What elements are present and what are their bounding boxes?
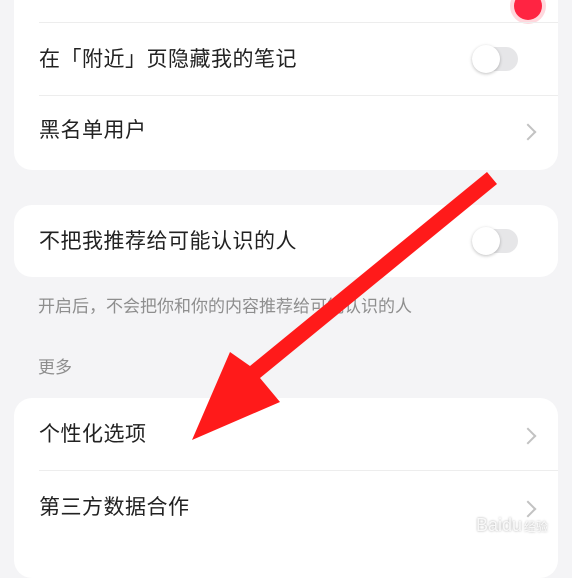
chevron-right-icon <box>519 427 537 445</box>
more-card: 个性化选项 第三方数据合作 <box>14 398 558 578</box>
blacklist-label: 黑名单用户 <box>39 118 147 142</box>
notification-badge-icon <box>514 0 542 20</box>
recommend-toggle[interactable] <box>472 227 518 255</box>
personalization-label: 个性化选项 <box>39 422 147 446</box>
hide-nearby-label: 在「附近」页隐藏我的笔记 <box>39 47 297 71</box>
personalization-row[interactable]: 个性化选项 <box>14 398 558 470</box>
recommend-label: 不把我推荐给可能认识的人 <box>39 229 297 253</box>
toggle-knob <box>472 227 500 255</box>
recommend-row[interactable]: 不把我推荐给可能认识的人 <box>14 205 558 277</box>
watermark: Baidu 经验 <box>476 515 548 536</box>
watermark-brand: Baidu <box>475 515 522 535</box>
hide-nearby-row[interactable]: 在「附近」页隐藏我的笔记 <box>14 23 558 95</box>
blacklist-row[interactable]: 黑名单用户 <box>14 96 558 168</box>
more-section-title: 更多 <box>38 358 72 378</box>
watermark-sub: 经验 <box>523 520 548 534</box>
chevron-right-icon <box>519 123 537 141</box>
recommend-card: 不把我推荐给可能认识的人 <box>14 205 558 277</box>
recommend-hint: 开启后，不会把你和你的内容推荐给可能认识的人 <box>38 297 412 317</box>
hide-nearby-toggle[interactable] <box>472 45 518 73</box>
third-party-label: 第三方数据合作 <box>39 495 190 519</box>
toggle-knob <box>472 45 500 73</box>
privacy-card: 在「附近」页隐藏我的笔记 黑名单用户 <box>14 0 558 170</box>
